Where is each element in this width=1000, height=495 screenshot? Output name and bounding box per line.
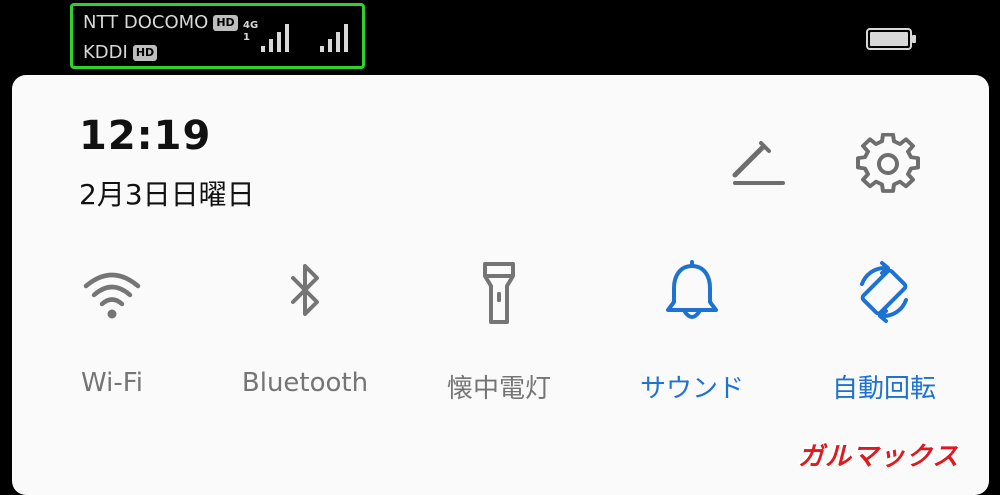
carrier-row-2: KDDI HD bbox=[83, 42, 158, 63]
watermark-logo: ガルマックス bbox=[798, 442, 960, 472]
carrier-highlight-box: NTT DOCOMO HD KDDI HD 4G 1 bbox=[70, 3, 365, 69]
toggle-sound[interactable]: サウンド bbox=[597, 260, 787, 410]
carrier-name-2: KDDI bbox=[83, 42, 128, 63]
toggle-label: Wi-Fi bbox=[80, 368, 144, 398]
signal-strength-icon bbox=[261, 24, 289, 52]
network-type-label: 4G bbox=[243, 20, 259, 31]
toggle-label: Bluetooth bbox=[241, 368, 369, 398]
quick-settings-panel: 12:19 2月3日日曜日 Wi-Fi Bluetooth 懐中電灯 サウンド … bbox=[12, 75, 989, 495]
flashlight-icon bbox=[483, 262, 515, 324]
toggle-wifi[interactable]: Wi-Fi bbox=[17, 260, 207, 410]
toggle-bluetooth[interactable]: Bluetooth bbox=[210, 260, 400, 410]
pencil-icon bbox=[732, 141, 785, 185]
bluetooth-icon bbox=[291, 264, 319, 316]
wifi-icon bbox=[83, 272, 141, 319]
hd-badge: HD bbox=[132, 44, 158, 61]
carrier-name-1: NTT DOCOMO bbox=[83, 12, 209, 33]
network-type: 4G 1 bbox=[243, 20, 258, 44]
auto-rotate-icon bbox=[860, 261, 908, 323]
toggle-label: 懐中電灯 bbox=[446, 374, 551, 404]
signal-strength-icon bbox=[320, 24, 348, 52]
status-bar: NTT DOCOMO HD KDDI HD 4G 1 bbox=[0, 0, 1000, 75]
network-sub-label: 1 bbox=[243, 32, 250, 43]
carrier-row-1: NTT DOCOMO HD bbox=[83, 12, 238, 33]
clock-date: 2月3日日曜日 bbox=[79, 178, 255, 211]
gear-icon bbox=[856, 132, 920, 193]
toggle-auto-rotate[interactable]: 自動回転 bbox=[789, 260, 979, 410]
battery-icon bbox=[866, 28, 916, 50]
hd-badge: HD bbox=[213, 14, 238, 31]
bell-icon bbox=[666, 260, 718, 319]
toggle-label: サウンド bbox=[639, 374, 744, 404]
settings-button[interactable] bbox=[856, 132, 920, 197]
clock-time: 12:19 bbox=[79, 113, 212, 159]
edit-button[interactable] bbox=[725, 135, 785, 195]
toggle-label: 自動回転 bbox=[831, 374, 936, 404]
toggle-flashlight[interactable]: 懐中電灯 bbox=[404, 260, 594, 410]
